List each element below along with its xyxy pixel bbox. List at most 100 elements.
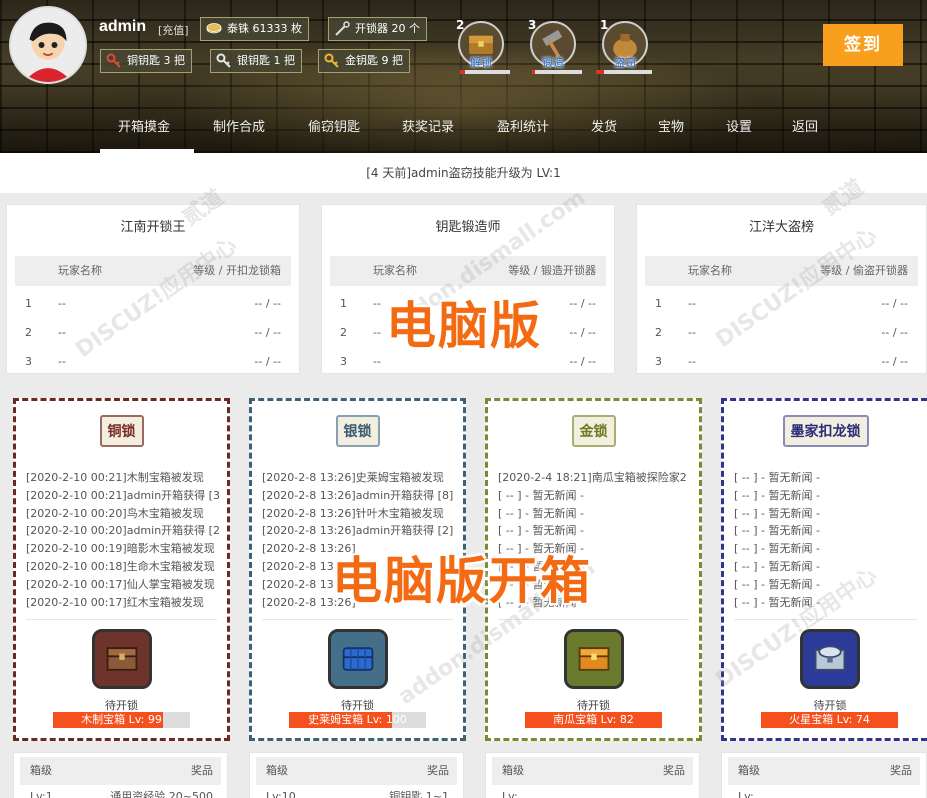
list-item: [2020-2-8 13:26]针叶木宝箱被发现 (262, 506, 444, 520)
list-item: [ -- ] - 暂无新闻 - (734, 559, 820, 573)
divider (498, 619, 689, 620)
chest-level-label: 南瓜宝箱 Lv: 82 (553, 713, 634, 726)
ranking-panel: 江南开锁王 玩家名称 等级 / 开扣龙锁箱 1 -- -- / -- 2 -- -- /… (6, 204, 300, 374)
gold-key-label: 金钥匙 9 把 (345, 54, 403, 67)
rank-number: 3 (340, 355, 347, 368)
currency-chip: 泰铢 61333 枚 (200, 17, 309, 41)
nav-item-treasures[interactable]: 宝物 (658, 116, 684, 135)
list-item: [ -- ] - 暂无新闻 - (734, 471, 820, 484)
pending-label: 待开锁 (105, 699, 138, 712)
chest-button[interactable] (327, 629, 388, 689)
steal-progress (596, 70, 652, 74)
rank-value: -- / -- (569, 297, 596, 310)
table-row: Lv:1 通用资经验 20~500 (20, 789, 221, 798)
lockpick-label: 开锁器 20 个 (355, 22, 420, 35)
table-row: 2 -- -- / -- (645, 318, 918, 347)
list-item: [2020-2-10 00:20]鸟木宝箱被发现 (26, 506, 204, 520)
lock-title: 金锁 (571, 415, 616, 447)
table-header: 箱级 奖品 (492, 757, 693, 785)
chest-button[interactable] (91, 629, 152, 689)
prize-table: 箱级 奖品 Lv:10 铜钥匙 1~1 (249, 752, 464, 798)
player-name: -- (58, 355, 66, 368)
table-header: 箱级 奖品 (256, 757, 457, 785)
col-prize: 奖品 (663, 764, 685, 777)
list-item: [2020-2-10 00:19]暗影木宝箱被发现 (26, 542, 215, 556)
nav-item-open-box[interactable]: 开箱摸金 (118, 116, 170, 135)
notice-bar: [4 天前]admin盗窃技能升级为 LV:1 (0, 153, 927, 193)
chest-button[interactable] (563, 629, 624, 689)
list-item: [ -- ] - 暂无新闻 - (498, 488, 584, 502)
prize-table: 箱级 奖品 Lv: (485, 752, 700, 798)
table-header: 箱级 奖品 (20, 757, 221, 785)
news-list: [ -- ] - 暂无新闻 - [ -- ] - 暂无新闻 - [ -- ] -… (734, 469, 921, 611)
header-banner: admin [充值] 泰铢 61333 枚 开锁器 20 个 铜钥匙 3 把 银… (0, 0, 927, 153)
copper-key-label: 铜钥匙 3 把 (127, 54, 185, 67)
lockpick-chip: 开锁器 20 个 (328, 17, 427, 41)
player-name: -- (58, 297, 66, 310)
list-item: [ -- ] - 暂无新闻 - (734, 488, 820, 502)
rank-value: -- / -- (569, 355, 596, 368)
chest-level-label: 木制宝箱 Lv: 99 (81, 713, 162, 726)
rank-number: 3 (655, 355, 662, 368)
pumpkin-chest-icon (566, 632, 621, 686)
list-item: [ -- ] - 暂无新闻 - (734, 542, 820, 556)
recharge-link[interactable]: [充值] (158, 22, 189, 38)
chest-level-bar: 南瓜宝箱 Lv: 82 (525, 712, 662, 728)
list-item: [2020-2-10 00:20]admin开箱获得 [2 (26, 524, 220, 538)
chest-level-bar: 木制宝箱 Lv: 99 (53, 712, 190, 728)
copper-key-chip: 铜钥匙 3 把 (100, 49, 192, 73)
rank-value: -- / -- (569, 326, 596, 339)
rank-value: -- / -- (881, 326, 908, 339)
col-level: 等级 / 锻造开锁器 (508, 264, 596, 277)
overlay-label-pc: 电脑版 (386, 297, 542, 355)
player-name: -- (373, 355, 381, 368)
list-item: [ -- ] - 暂无新闻 - (498, 524, 584, 538)
list-item: [ -- ] - 暂无新闻 - (734, 524, 820, 538)
col-level: 箱级 (502, 764, 524, 777)
avatar[interactable] (9, 6, 87, 84)
lock-title: 铜锁 (99, 415, 144, 447)
signin-button[interactable]: 签到 (823, 24, 903, 66)
list-item: [ -- ] - 暂无新闻 - (734, 595, 820, 609)
player-name: -- (688, 326, 696, 339)
row-prize: 铜钥匙 1~1 (389, 790, 449, 798)
col-level: 等级 / 开扣龙锁箱 (193, 264, 281, 277)
col-prize: 奖品 (890, 764, 912, 777)
chest-level-label: 火星宝箱 Lv: 74 (789, 713, 870, 726)
nav-item-shipping[interactable]: 发货 (591, 116, 617, 135)
nav-item-steal-keys[interactable]: 偷窃钥匙 (308, 116, 360, 135)
nav-item-awards[interactable]: 获奖记录 (402, 116, 454, 135)
player-name: -- (373, 297, 381, 310)
chest-level-label: 史莱姆宝箱 Lv: 100 (308, 713, 407, 726)
ranking-panel: 江洋大盗榜 玩家名称 等级 / 偷盗开锁器 1 -- -- / -- 2 -- -- /… (636, 204, 927, 374)
table-row: Lv: (492, 789, 693, 798)
col-prize: 奖品 (427, 764, 449, 777)
steal-label: 盗窃 (614, 56, 636, 69)
ranking-header: 玩家名称 等级 / 偷盗开锁器 (645, 256, 918, 286)
list-item: [2020-2-10 00:17]仙人掌宝箱被发现 (26, 577, 215, 591)
chest-level-bar: 火星宝箱 Lv: 74 (761, 712, 898, 728)
list-item: [2020-2-4 18:21]南瓜宝箱被探险家2 (498, 471, 687, 484)
rank-value: -- / -- (881, 355, 908, 368)
ranking-title: 江洋大盗榜 (748, 220, 814, 235)
nav-item-back[interactable]: 返回 (792, 116, 818, 135)
username: admin (99, 18, 147, 35)
list-item: [2020-2-10 00:18]生命木宝箱被发现 (26, 559, 215, 573)
chest-button[interactable] (800, 629, 860, 689)
lock-panel-bronze: 铜锁 [2020-2-10 00:21]木制宝箱被发现 [2020-2-10 0… (13, 398, 230, 741)
nav-item-settings[interactable]: 设置 (726, 116, 752, 135)
col-level: 箱级 (266, 764, 288, 777)
ranking-header: 玩家名称 等级 / 锻造开锁器 (330, 256, 606, 286)
nav-item-craft[interactable]: 制作合成 (213, 116, 265, 135)
pending-label: 待开锁 (341, 699, 374, 712)
nav-item-stats[interactable]: 盈利统计 (497, 116, 549, 135)
lock-title: 银锁 (335, 415, 380, 447)
table-header: 箱级 奖品 (728, 757, 920, 785)
prize-table: 箱级 奖品 Lv: (721, 752, 927, 798)
rank-number: 2 (25, 326, 32, 339)
mars-chest-icon (803, 632, 857, 686)
row-prize: 通用资经验 20~500 (110, 790, 213, 798)
row-level: Lv: (738, 790, 754, 798)
prize-table: 箱级 奖品 Lv:1 通用资经验 20~500 (13, 752, 228, 798)
col-level: 箱级 (738, 764, 760, 777)
